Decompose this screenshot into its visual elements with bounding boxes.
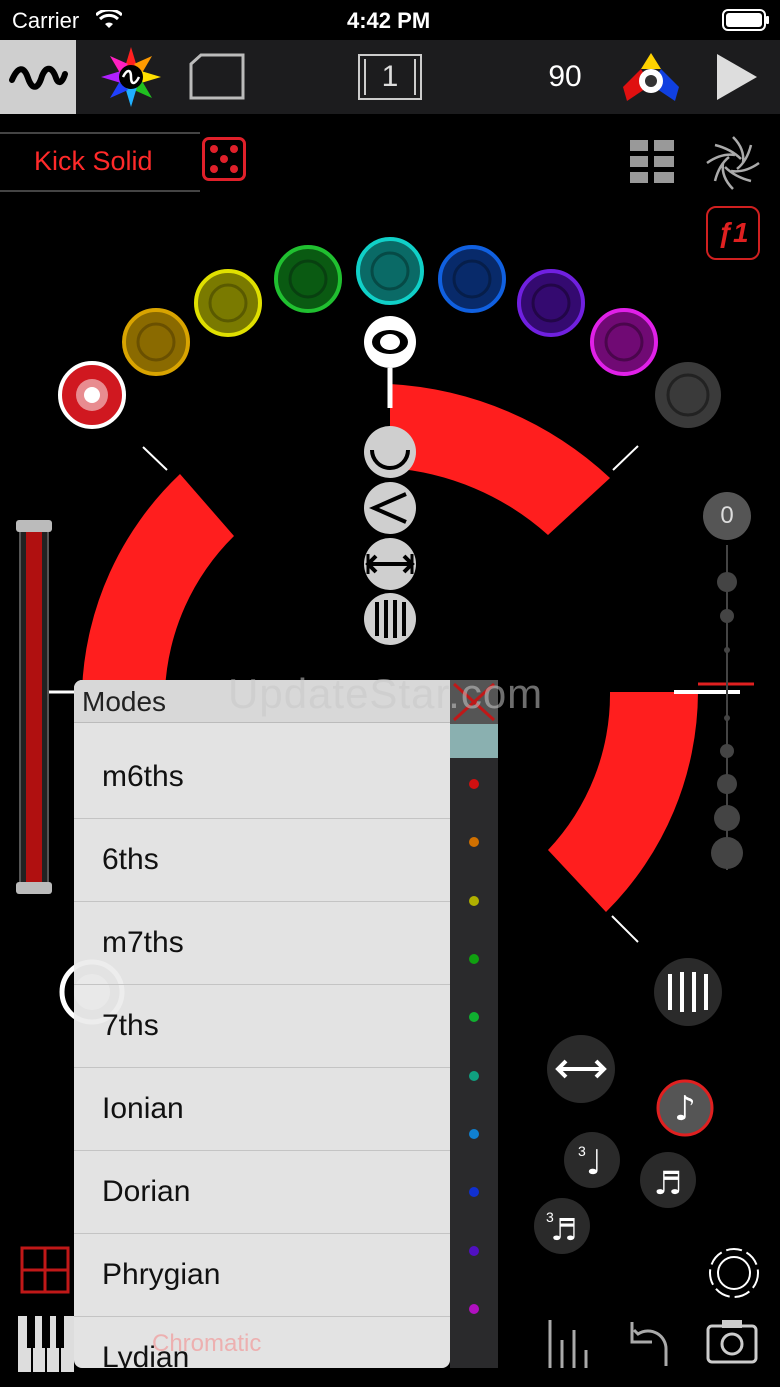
arc-segment-1[interactable] bbox=[390, 384, 610, 535]
svg-text:♬: ♬ bbox=[551, 1213, 578, 1248]
mode-item-label: 7ths bbox=[102, 1009, 159, 1042]
note-circle-blue[interactable] bbox=[438, 245, 506, 313]
eye-knob[interactable] bbox=[364, 316, 416, 368]
mode-item[interactable]: Phrygian bbox=[74, 1234, 450, 1317]
arc-segment-2[interactable] bbox=[82, 474, 234, 690]
mode-item-label: 6ths bbox=[102, 843, 159, 876]
svg-text:♩: ♩ bbox=[586, 1143, 602, 1183]
scale-label: Chromatic bbox=[152, 1330, 262, 1357]
modes-title: Modes bbox=[82, 686, 167, 717]
strip-dot bbox=[469, 1012, 479, 1022]
undo-icon[interactable] bbox=[630, 1322, 668, 1366]
piano-icon[interactable] bbox=[18, 1316, 74, 1372]
note-circle-gray[interactable] bbox=[655, 362, 721, 428]
watermark: UpdateStar.com bbox=[228, 670, 544, 717]
note-circle-violet[interactable] bbox=[590, 308, 658, 376]
strip-dot bbox=[469, 779, 479, 789]
strip-dot bbox=[469, 1129, 479, 1139]
mode-item[interactable]: 6ths bbox=[74, 819, 450, 902]
strip-dot bbox=[469, 1304, 479, 1314]
mode-scroll-strip[interactable] bbox=[450, 724, 498, 1368]
svg-text:3: 3 bbox=[578, 1143, 586, 1159]
mode-strip-selected bbox=[450, 724, 498, 758]
arc-segment-3[interactable] bbox=[548, 692, 698, 912]
mode-item[interactable]: 7ths bbox=[74, 985, 450, 1068]
mode-item-label: m6ths bbox=[102, 760, 184, 793]
modes-panel: Modes m6ths 6ths m7ths 7ths Ionian Doria… bbox=[74, 680, 450, 1368]
strip-dot bbox=[469, 1187, 479, 1197]
circle-spin-icon[interactable] bbox=[709, 1248, 759, 1298]
strip-dot bbox=[469, 1246, 479, 1256]
subdivide-button[interactable] bbox=[654, 958, 722, 1026]
note-circle-green[interactable] bbox=[274, 245, 342, 313]
mode-item[interactable]: m7ths bbox=[74, 902, 450, 985]
pattern-grid-icon[interactable] bbox=[20, 1246, 70, 1294]
note-circle-orange[interactable] bbox=[122, 308, 190, 376]
strip-dot bbox=[469, 954, 479, 964]
mode-item[interactable]: Ionian bbox=[74, 1068, 450, 1151]
svg-text:♬: ♬ bbox=[654, 1164, 683, 1202]
levels-icon[interactable] bbox=[548, 1320, 588, 1368]
mode-item[interactable]: Lydian bbox=[74, 1317, 450, 1368]
subdivide-shape-button[interactable] bbox=[364, 593, 416, 645]
mode-item-label: Ionian bbox=[102, 1092, 184, 1125]
octave-indicator[interactable]: 0 bbox=[703, 492, 751, 540]
mode-item[interactable]: m6ths bbox=[74, 736, 450, 819]
mode-item-label: Phrygian bbox=[102, 1258, 221, 1291]
strip-dot bbox=[469, 837, 479, 847]
svg-text:♪: ♪ bbox=[674, 1089, 696, 1129]
svg-text:3: 3 bbox=[546, 1209, 554, 1225]
strip-dot bbox=[469, 896, 479, 906]
note-circle-indigo[interactable] bbox=[517, 269, 585, 337]
mode-item-label: m7ths bbox=[102, 926, 184, 959]
note-circle-yellow[interactable] bbox=[194, 269, 262, 337]
mode-item-label: Dorian bbox=[102, 1175, 191, 1208]
strip-dot bbox=[469, 1071, 479, 1081]
camera-icon[interactable] bbox=[706, 1320, 758, 1364]
shape-controls bbox=[364, 426, 416, 645]
octave-value: 0 bbox=[720, 502, 734, 529]
note-circle-teal[interactable] bbox=[356, 237, 424, 305]
mode-item[interactable]: Dorian bbox=[74, 1151, 450, 1234]
volume-slider[interactable] bbox=[16, 520, 52, 894]
